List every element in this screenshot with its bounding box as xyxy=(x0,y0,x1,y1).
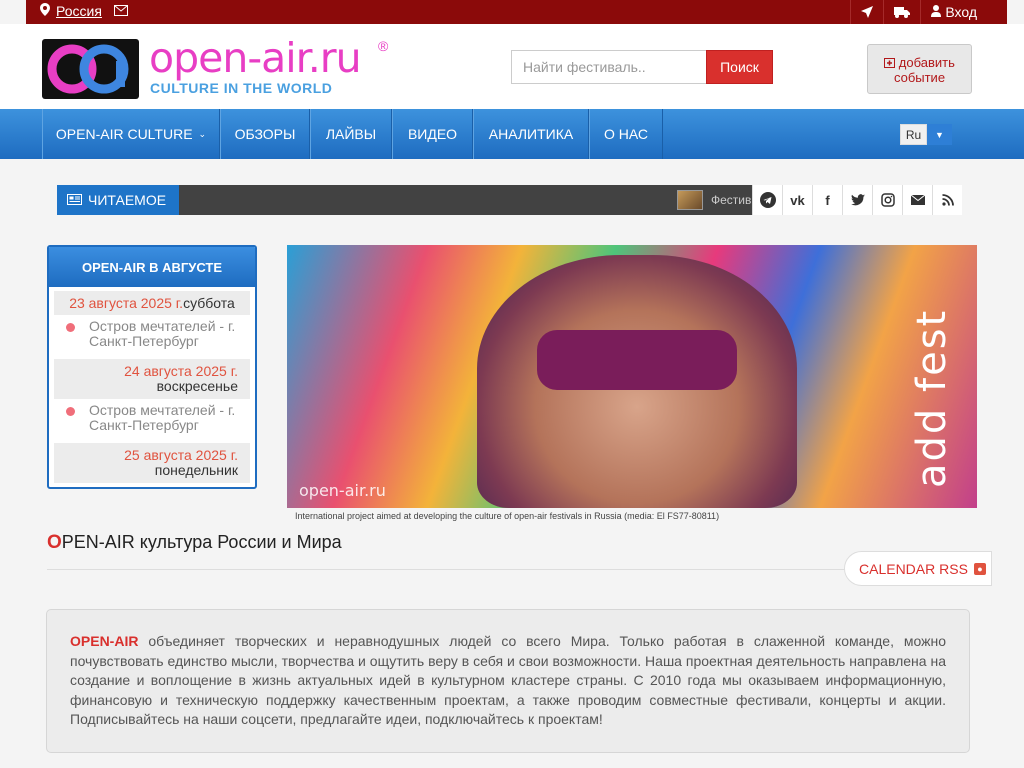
banner-brand: open-air.ru xyxy=(299,481,386,500)
instagram-icon[interactable] xyxy=(872,185,902,215)
rss-icon: ● xyxy=(973,562,986,575)
ticker-item[interactable]: Фестив xyxy=(677,190,751,210)
twitter-icon[interactable] xyxy=(842,185,872,215)
add-event-label-1: добавить xyxy=(898,55,955,70)
envelope-icon[interactable] xyxy=(113,3,128,19)
newspaper-icon xyxy=(67,192,82,208)
reading-label: ЧИТАЕМОЕ xyxy=(88,192,167,208)
nav-label: OPEN-AIR CULTURE xyxy=(55,126,193,142)
calendar-event[interactable]: Остров мечтателей - г. Санкт-Петербург xyxy=(49,315,255,355)
reading-badge: ЧИТАЕМОЕ xyxy=(57,185,179,215)
caret-down-icon: ▼ xyxy=(927,124,952,145)
nav-item-open-air-culture[interactable]: OPEN-AIR CULTURE ⌄ xyxy=(42,109,220,159)
logo-mark[interactable] xyxy=(42,39,139,99)
language-selector[interactable]: Ru ▼ xyxy=(900,124,952,145)
facebook-icon[interactable]: f xyxy=(812,185,842,215)
add-event-button[interactable]: добавить событие xyxy=(867,44,972,94)
search-button[interactable]: Поиск xyxy=(706,50,773,84)
rss-icon[interactable] xyxy=(932,185,962,215)
social-links: vk f xyxy=(752,185,962,215)
calendar-date: 25 августа 2025 г. понедельник xyxy=(54,443,250,483)
main-nav: OPEN-AIR CULTURE ⌄ ОБЗОРЫ ЛАЙВЫ ВИДЕО АН… xyxy=(0,109,1024,159)
page-title-rest: PEN-AIR культура России и Мира xyxy=(61,532,342,552)
logo-title[interactable]: open-air.ru xyxy=(149,36,362,80)
mail-icon[interactable] xyxy=(902,185,932,215)
events-calendar: OPEN-AIR В АВГУСТЕ 23 августа 2025 г.суб… xyxy=(47,245,257,489)
page-title-first-letter: O xyxy=(47,532,62,553)
event-dot xyxy=(66,407,75,416)
calendar-date-value: 23 августа 2025 г. xyxy=(69,295,184,311)
calendar-date: 23 августа 2025 г.суббота xyxy=(54,291,250,315)
login-label: Вход xyxy=(945,4,977,20)
vk-icon[interactable]: vk xyxy=(782,185,812,215)
login-button[interactable]: Вход xyxy=(920,0,1007,24)
ticker-thumbnail xyxy=(677,190,703,210)
nav-item-about[interactable]: О НАС xyxy=(589,109,663,159)
hero-banner[interactable]: open-air.ru add fest xyxy=(287,245,977,508)
add-event-label-2: событие xyxy=(893,70,946,85)
calendar-date: 24 августа 2025 г. воскресенье xyxy=(54,359,250,399)
calendar-weekday: понедельник xyxy=(154,462,238,478)
nav-item-lives[interactable]: ЛАЙВЫ xyxy=(310,109,392,159)
truck-icon[interactable] xyxy=(883,0,920,24)
banner-face-paint xyxy=(537,330,737,390)
user-icon xyxy=(931,4,942,20)
banner-caption: International project aimed at developin… xyxy=(295,511,720,521)
calendar-date-value: 25 августа 2025 г. xyxy=(124,447,238,463)
top-bar-left: Россия xyxy=(40,3,128,19)
location-arrow-icon[interactable] xyxy=(850,0,883,24)
language-current: Ru xyxy=(900,124,927,145)
calendar-rss-button[interactable]: CALENDAR RSS ● xyxy=(844,551,992,586)
about-text: объединяет творческих и неравнодушных лю… xyxy=(70,633,946,727)
about-brand: OPEN-AIR xyxy=(70,633,139,649)
top-bar: Россия Вход xyxy=(26,0,1007,24)
calendar-weekday: воскресенье xyxy=(156,378,238,394)
about-panel: OPEN-AIR объединяет творческих и неравно… xyxy=(46,609,970,753)
map-marker-icon xyxy=(40,3,50,19)
calendar-event-title: Остров мечтателей - г. Санкт-Петербург xyxy=(89,402,236,433)
calendar-title: OPEN-AIR В АВГУСТЕ xyxy=(49,247,255,287)
logo-subtitle: CULTURE IN THE WORLD xyxy=(150,80,333,96)
page-title: OPEN-AIR культура России и Мира xyxy=(47,532,342,554)
nav-item-video[interactable]: ВИДЕО xyxy=(392,109,473,159)
event-dot xyxy=(66,323,75,332)
calendar-date-value: 24 августа 2025 г. xyxy=(124,363,238,379)
calendar-event-title: Остров мечтателей - г. Санкт-Петербург xyxy=(89,318,236,349)
nav-item-reviews[interactable]: ОБЗОРЫ xyxy=(220,109,310,159)
telegram-icon[interactable] xyxy=(752,185,782,215)
calendar-rss-label: CALENDAR RSS xyxy=(859,560,968,577)
top-bar-right: Вход xyxy=(850,0,1007,24)
calendar-event[interactable]: Остров мечтателей - г. Санкт-Петербург xyxy=(49,399,255,439)
calendar-weekday: суббота xyxy=(183,295,235,311)
banner-vertical-text: add fest xyxy=(909,308,955,488)
search-input[interactable]: Найти фестиваль.. xyxy=(511,50,707,84)
logo-registered: ® xyxy=(378,38,389,54)
chevron-down-icon: ⌄ xyxy=(198,128,207,139)
ticker-text: Фестив xyxy=(711,193,752,207)
nav-item-analytics[interactable]: АНАЛИТИКА xyxy=(473,109,589,159)
country-selector[interactable]: Россия xyxy=(56,3,102,19)
calendar-plus-icon xyxy=(884,57,896,71)
